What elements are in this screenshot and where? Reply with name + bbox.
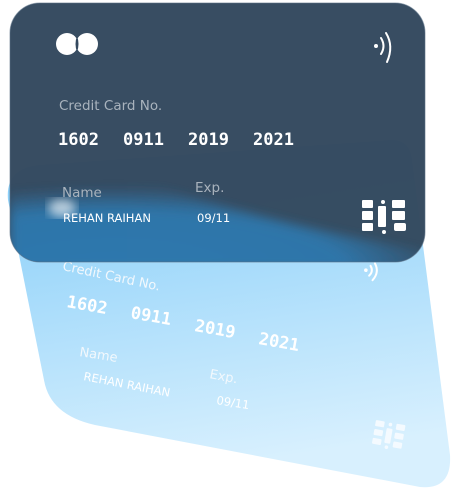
cardholder-name: REHAN RAIHAN	[63, 211, 151, 225]
brand-circles-icon	[56, 33, 98, 55]
number-group-1: 1602	[58, 130, 99, 150]
front-card: Credit Card No. 1602 0911 2019 2021 Name…	[9, 2, 426, 263]
exp-label: Exp.	[195, 180, 224, 196]
card-illustration: Credit Card No. 1602 0911 2019 2021 Name…	[7, 2, 451, 488]
number-group-3: 2019	[188, 130, 229, 150]
number-group-4: 2021	[253, 130, 294, 150]
exp-date: 09/11	[197, 211, 230, 225]
number-label: Credit Card No.	[59, 98, 162, 114]
number-group-2: 0911	[123, 130, 164, 150]
name-label: Name	[62, 185, 102, 201]
